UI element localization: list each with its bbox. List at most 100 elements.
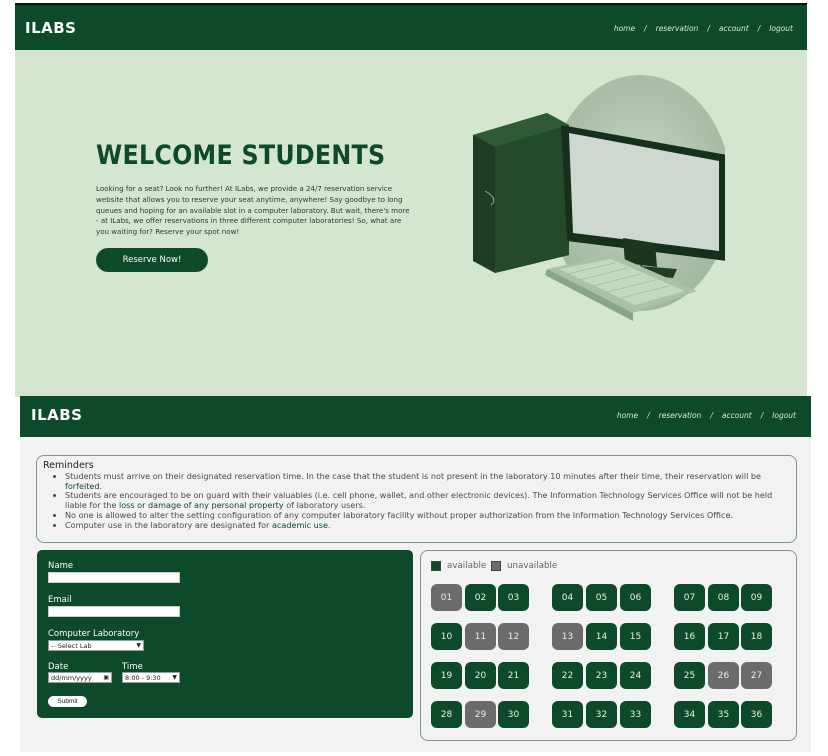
time-select-value: 8:00 - 9:30 <box>125 673 161 682</box>
seat-07[interactable]: 07 <box>674 584 705 611</box>
seat-05[interactable]: 05 <box>586 584 617 611</box>
seat-map: available unavailable 01 02 03 04 05 06 07 08 09… <box>420 550 797 741</box>
seat-03[interactable]: 03 <box>498 584 529 611</box>
seat-17[interactable]: 17 <box>708 623 739 650</box>
seat-23[interactable]: 23 <box>586 662 617 689</box>
seat-36[interactable]: 36 <box>741 701 772 728</box>
reminder-item: Students must arrive on their designated… <box>65 471 790 491</box>
seat-09[interactable]: 09 <box>741 584 772 611</box>
seat-12[interactable]: 12 <box>498 623 529 650</box>
reminders-title: Reminders <box>43 460 94 471</box>
seat-02[interactable]: 02 <box>465 584 496 611</box>
top-navbar: ILABS home / reservation / account / logout <box>15 3 807 50</box>
seat-32[interactable]: 32 <box>586 701 617 728</box>
seat-24[interactable]: 24 <box>620 662 651 689</box>
reserve-now-button[interactable]: Reserve Now! <box>96 248 208 272</box>
nav-reservation[interactable]: reservation <box>656 24 699 33</box>
nav-separator: / <box>647 411 650 420</box>
email-label: Email <box>48 595 72 605</box>
reminders-box: Reminders Students must arrive on their … <box>36 455 797 543</box>
nav-separator: / <box>757 24 761 33</box>
reminder-text: Students must arrive on their designated… <box>65 471 762 481</box>
hero-description: Looking for a seat? Look no further! At … <box>96 184 410 237</box>
brand-logo[interactable]: ILABS <box>25 19 76 37</box>
chevron-down-icon: ▼ <box>172 674 177 681</box>
nav-reservation[interactable]: reservation <box>659 411 702 420</box>
reminder-emphasis: loss or damage of any personal property <box>118 500 284 511</box>
reservation-section: ILABS home / reservation / account / logout… <box>20 396 811 752</box>
seat-25[interactable]: 25 <box>674 662 705 689</box>
hero-section: ILABS home / reservation / account / logout… <box>15 3 807 397</box>
lab-select[interactable]: -- Select Lab ▼ <box>48 640 144 651</box>
reminder-text: . <box>99 480 103 491</box>
reminders-list: Students must arrive on their designated… <box>43 471 790 531</box>
reminder-item: Computer use in the laboratory are desig… <box>65 519 790 531</box>
seat-21[interactable]: 21 <box>498 662 529 689</box>
name-input[interactable] <box>48 572 180 583</box>
date-label: Date <box>48 662 69 672</box>
seat-27[interactable]: 27 <box>741 662 772 689</box>
date-placeholder: dd/mm/yyyy <box>51 673 92 682</box>
reminder-emphasis: forfeited <box>65 480 100 491</box>
reminder-text: Computer use in the laboratory are desig… <box>65 519 272 530</box>
unavailable-swatch <box>491 561 501 571</box>
seat-14[interactable]: 14 <box>586 623 617 650</box>
seat-04[interactable]: 04 <box>552 584 583 611</box>
legend-available-label: available <box>447 561 487 571</box>
time-select[interactable]: 8:00 - 9:30 ▼ <box>122 672 180 683</box>
nav-home[interactable]: home <box>614 24 635 33</box>
nav-separator: / <box>710 411 713 420</box>
nav-account[interactable]: account <box>719 24 749 33</box>
nav-separator: / <box>760 411 764 420</box>
nav-menu: home / reservation / account / logout <box>614 24 793 33</box>
seat-18[interactable]: 18 <box>741 623 772 650</box>
submit-button[interactable]: Submit <box>48 696 87 707</box>
seat-33[interactable]: 33 <box>620 701 651 728</box>
seat-20[interactable]: 20 <box>465 662 496 689</box>
calendar-icon: ▣ <box>103 674 109 681</box>
lab-select-value: -- Select Lab <box>51 641 92 650</box>
legend-unavailable: unavailable <box>491 561 557 571</box>
seat-22[interactable]: 22 <box>552 662 583 689</box>
nav-account[interactable]: account <box>722 411 752 420</box>
seat-06[interactable]: 06 <box>620 584 651 611</box>
date-input[interactable]: dd/mm/yyyy ▣ <box>48 672 112 683</box>
lab-label: Computer Laboratory <box>48 629 140 639</box>
seat-19[interactable]: 19 <box>431 662 462 689</box>
seat-13[interactable]: 13 <box>552 623 583 650</box>
nav-separator: / <box>707 24 710 33</box>
name-label: Name <box>48 561 74 571</box>
seat-30[interactable]: 30 <box>498 701 529 728</box>
seat-28[interactable]: 28 <box>431 701 462 728</box>
nav-separator: / <box>644 24 647 33</box>
nav-menu: home / reservation / account / logout <box>617 411 796 420</box>
seat-10[interactable]: 10 <box>431 623 462 650</box>
nav-logout[interactable]: logout <box>769 24 793 33</box>
reservation-navbar: ILABS home / reservation / account / logout <box>20 396 811 437</box>
hero-title: WELCOME STUDENTS <box>96 140 386 171</box>
time-label: Time <box>122 662 143 672</box>
reminder-text: No one is allowed to alter the setting c… <box>65 509 734 520</box>
brand-logo[interactable]: ILABS <box>31 406 82 424</box>
available-swatch <box>431 561 441 571</box>
seat-01[interactable]: 01 <box>431 584 462 611</box>
reservation-form: Name Email Computer Laboratory -- Select… <box>37 550 413 718</box>
seat-16[interactable]: 16 <box>674 623 705 650</box>
computer-illustration <box>473 75 725 321</box>
reminder-text: of laboratory users. <box>283 500 366 511</box>
seat-15[interactable]: 15 <box>620 623 651 650</box>
nav-logout[interactable]: logout <box>772 411 796 420</box>
reminder-item: Students are encouraged to be on guard w… <box>65 491 790 510</box>
seat-29[interactable]: 29 <box>465 701 496 728</box>
seat-31[interactable]: 31 <box>552 701 583 728</box>
seat-34[interactable]: 34 <box>674 701 705 728</box>
seat-35[interactable]: 35 <box>708 701 739 728</box>
email-input[interactable] <box>48 606 180 617</box>
chevron-down-icon: ▼ <box>136 642 141 649</box>
seat-26[interactable]: 26 <box>708 662 739 689</box>
nav-home[interactable]: home <box>617 411 638 420</box>
seat-11[interactable]: 11 <box>465 623 496 650</box>
seat-08[interactable]: 08 <box>708 584 739 611</box>
reminder-emphasis: academic use <box>271 519 328 530</box>
legend-available: available <box>431 561 486 571</box>
